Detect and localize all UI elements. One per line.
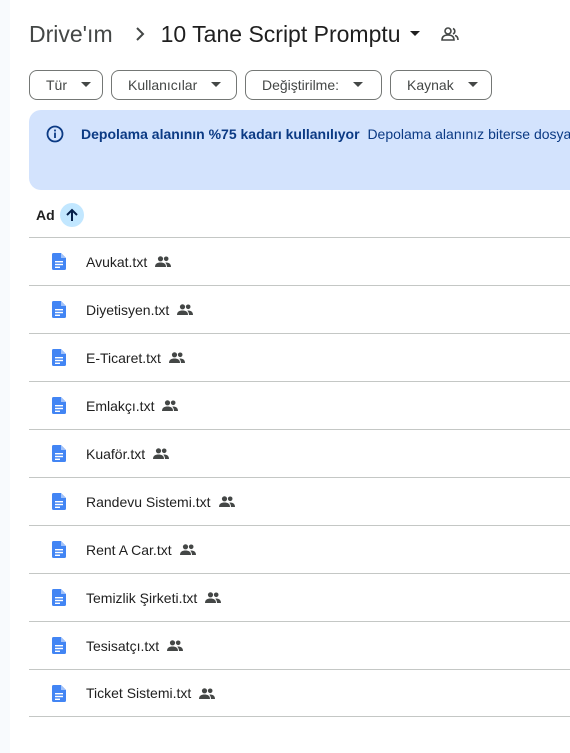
modified-filter-label: Değiştirilme: (262, 77, 340, 93)
people-icon (177, 304, 194, 315)
caret-down-icon (467, 82, 478, 88)
doc-icon (51, 589, 67, 606)
type-filter-label: Tür (46, 77, 67, 93)
type-filter-chip[interactable]: Tür (29, 70, 103, 100)
doc-icon (51, 541, 67, 558)
file-name: Diyetisyen.txt (86, 301, 170, 318)
breadcrumb: Drive'ım 10 Tane Script Promptu (29, 18, 459, 50)
people-icon (199, 687, 216, 699)
file-row[interactable]: Ticket Sistemi.txt (29, 669, 570, 717)
folder-menu-button[interactable]: 10 Tane Script Promptu (161, 21, 421, 48)
file-row[interactable]: Rent A Car.txt (29, 525, 570, 573)
people-filter-label: Kullanıcılar (128, 77, 198, 93)
file-row[interactable]: E-Ticaret.txt (29, 333, 570, 381)
storage-banner: Depolama alanının %75 kadarı kullanılıyo… (29, 110, 570, 190)
file-row[interactable]: Kuaför.txt (29, 429, 570, 477)
people-icon (218, 496, 235, 507)
banner-body: Depolama alanınız biterse dosya o (367, 126, 570, 142)
file-name: E-Ticaret.txt (86, 349, 161, 366)
people-icon (167, 640, 184, 651)
file-row[interactable]: Tesisatçı.txt (29, 621, 570, 669)
caret-down-icon (81, 82, 91, 88)
caret-down-icon (211, 82, 222, 88)
people-icon (155, 256, 172, 267)
file-row[interactable]: Temizlik Şirketi.txt (29, 573, 570, 621)
shared-folder-icon[interactable] (440, 27, 459, 41)
people-icon (153, 448, 170, 459)
people-filter-chip[interactable]: Kullanıcılar (111, 70, 237, 100)
file-name: Temizlik Şirketi.txt (86, 589, 198, 606)
doc-icon (51, 493, 67, 510)
file-row[interactable]: Emlakçı.txt (29, 381, 570, 429)
file-name: Randevu Sistemi.txt (86, 493, 211, 510)
chevron-right-icon (135, 27, 145, 41)
file-name: Kuaför.txt (86, 445, 146, 462)
doc-icon (51, 349, 67, 366)
people-icon (179, 544, 196, 555)
caret-down-icon (409, 30, 421, 38)
modified-filter-chip[interactable]: Değiştirilme: (245, 70, 382, 100)
file-name: Ticket Sistemi.txt (86, 685, 192, 701)
source-filter-chip[interactable]: Kaynak (390, 70, 492, 100)
banner-title: Depolama alanının %75 kadarı kullanılıyo… (81, 126, 360, 142)
name-column-header: Ad (36, 202, 84, 228)
name-column-label: Ad (36, 207, 55, 223)
file-name: Avukat.txt (86, 253, 148, 270)
breadcrumb-root[interactable]: Drive'ım (29, 21, 113, 48)
file-list: Avukat.txt Diyetisyen.txt E-Ticaret.txt Eml… (29, 237, 570, 717)
file-name: Tesisatçı.txt (86, 637, 160, 654)
doc-icon (51, 253, 67, 270)
people-icon (168, 352, 185, 363)
filter-bar: Tür Kullanıcılar Değiştirilme: Kaynak (29, 70, 492, 100)
doc-icon (51, 637, 67, 654)
sort-direction-button[interactable] (59, 203, 84, 227)
arrow-up-icon (65, 208, 78, 221)
source-filter-label: Kaynak (407, 77, 454, 93)
file-row[interactable]: Randevu Sistemi.txt (29, 477, 570, 525)
banner-text: Depolama alanının %75 kadarı kullanılıyo… (81, 126, 570, 142)
doc-icon (51, 301, 67, 318)
caret-down-icon (353, 82, 364, 88)
doc-icon (51, 397, 67, 414)
file-name: Emlakçı.txt (86, 397, 155, 414)
file-row[interactable]: Avukat.txt (29, 237, 570, 285)
info-icon (46, 125, 64, 148)
file-name: Rent A Car.txt (86, 541, 172, 558)
people-icon (205, 592, 222, 603)
file-row[interactable]: Diyetisyen.txt (29, 285, 570, 333)
doc-icon (51, 445, 67, 462)
doc-icon (51, 684, 67, 702)
folder-title: 10 Tane Script Promptu (160, 20, 401, 47)
people-icon (162, 400, 179, 411)
